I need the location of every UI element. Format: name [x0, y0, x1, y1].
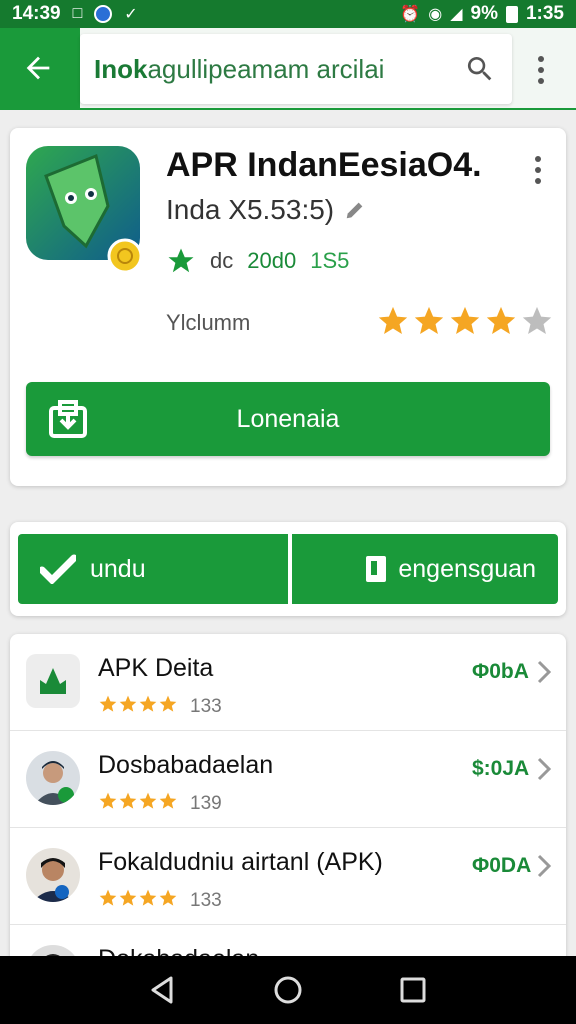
- star-icon: [159, 792, 177, 809]
- list-item-price: Φ0DA: [472, 854, 532, 877]
- triangle-back-icon: [151, 976, 173, 1004]
- list-item[interactable]: Fokaldudniu airtanl (APK) 133 Φ0DA: [10, 828, 566, 925]
- install-button[interactable]: Lonenaia: [26, 382, 550, 456]
- list-item-rating: 133: [98, 694, 222, 719]
- document-icon: [366, 556, 387, 582]
- list-item[interactable]: Dosbabadaelan 139 $:0JA: [10, 731, 566, 828]
- star-icon: [119, 695, 137, 712]
- more-vert-icon[interactable]: [526, 150, 550, 190]
- star-icon: [450, 306, 480, 335]
- list-item-title: Fokaldudniu airtanl (APK): [98, 848, 383, 876]
- star-icon: [159, 889, 177, 906]
- circle-home-icon: [274, 976, 302, 1004]
- list-item-count: 139: [190, 792, 222, 814]
- download-box-icon: [49, 400, 87, 438]
- app-notification-icon: [94, 5, 113, 23]
- chevron-right-icon: [537, 757, 552, 781]
- app-meta: dc 20d0 1S5: [166, 246, 349, 276]
- star-icon: [414, 306, 444, 335]
- chevron-right-icon: [537, 854, 552, 878]
- star-icon: [119, 792, 137, 809]
- message-icon: ✓: [124, 6, 138, 23]
- guide-button[interactable]: engensguan: [292, 534, 558, 604]
- undu-label: undu: [90, 554, 146, 583]
- meta-value: 20d0: [247, 248, 297, 273]
- arrow-left-icon: [26, 56, 50, 80]
- search-query: Inokagullipeamam arcilai: [94, 53, 385, 84]
- status-bar: 14:39 □ ✓ ⏰ ◉ ◢ 9% 1:35: [0, 0, 576, 28]
- star-icon: [99, 695, 117, 712]
- related-apps-list: APK Deita 133 Φ0bA Dosbabadaelan 139 $:0…: [10, 634, 566, 974]
- notification-icon: □: [72, 5, 83, 22]
- star-icon: [99, 792, 117, 809]
- pen-icon: [346, 202, 363, 219]
- undu-button[interactable]: undu: [18, 534, 288, 604]
- check-icon: [40, 554, 76, 584]
- app-title: APR IndanEesiaO4.: [166, 146, 482, 184]
- status-time: 14:39: [12, 3, 61, 24]
- list-item-rating: 133: [98, 888, 222, 913]
- list-item-price: Φ0bA: [472, 660, 529, 683]
- developer-name: Inda X5.53:5): [166, 194, 335, 225]
- nav-recents-button[interactable]: [393, 970, 433, 1010]
- search-icon[interactable]: [462, 51, 498, 87]
- app-bar: Inokagullipeamam arcilai: [0, 28, 576, 110]
- app-logo: [26, 146, 143, 274]
- app-header-card: APR IndanEesiaO4. Inda X5.53:5) dc 20d0 …: [10, 128, 566, 486]
- star-icon: [378, 306, 408, 335]
- avatar: [26, 848, 80, 902]
- star-icon: [99, 889, 117, 906]
- list-item-count: 133: [190, 889, 222, 911]
- volume-label: Ylclumm: [166, 310, 251, 335]
- list-item-price: $:0JA: [472, 757, 530, 780]
- nav-home-button[interactable]: [268, 970, 308, 1010]
- action-card: undu engensguan: [10, 522, 566, 616]
- list-item-title: Dosbabadaelan: [98, 751, 274, 779]
- star-icon: [139, 889, 157, 906]
- star-icon: [139, 792, 157, 809]
- app-developer: Inda X5.53:5): [166, 194, 366, 226]
- avatar: [26, 751, 80, 805]
- list-item-title: APK Deita: [98, 654, 214, 682]
- app-icon: [26, 654, 80, 708]
- list-item[interactable]: APK Deita 133 Φ0bA: [10, 634, 566, 731]
- guide-label: engensguan: [398, 554, 536, 583]
- star-icon: [486, 306, 516, 335]
- search-input[interactable]: Inokagullipeamam arcilai: [80, 34, 512, 104]
- battery-icon: [505, 5, 518, 23]
- square-recents-icon: [400, 977, 426, 1003]
- list-item-count: 133: [190, 695, 222, 717]
- signal-icon: ◢: [450, 6, 463, 23]
- list-item-rating: 139: [98, 791, 222, 816]
- chevron-right-icon: [537, 660, 552, 684]
- star-icon: [159, 695, 177, 712]
- install-label: Lonenaia: [236, 404, 340, 433]
- nav-back-button[interactable]: [143, 970, 183, 1010]
- rating-stars: [376, 304, 554, 338]
- meta-label: dc: [210, 248, 234, 273]
- system-nav-bar: [0, 956, 576, 1024]
- battery-percent: 9%: [470, 3, 498, 24]
- more-vert-icon[interactable]: [526, 50, 556, 90]
- status-clock: 1:35: [525, 3, 564, 24]
- wifi-icon: ◉: [428, 6, 443, 23]
- alarm-icon: ⏰: [400, 6, 421, 23]
- star-icon: [119, 889, 137, 906]
- star-icon: [522, 306, 552, 335]
- star-icon: [168, 248, 194, 273]
- back-button[interactable]: [18, 48, 58, 88]
- star-icon: [139, 695, 157, 712]
- meta-extra: 1S5: [310, 248, 350, 273]
